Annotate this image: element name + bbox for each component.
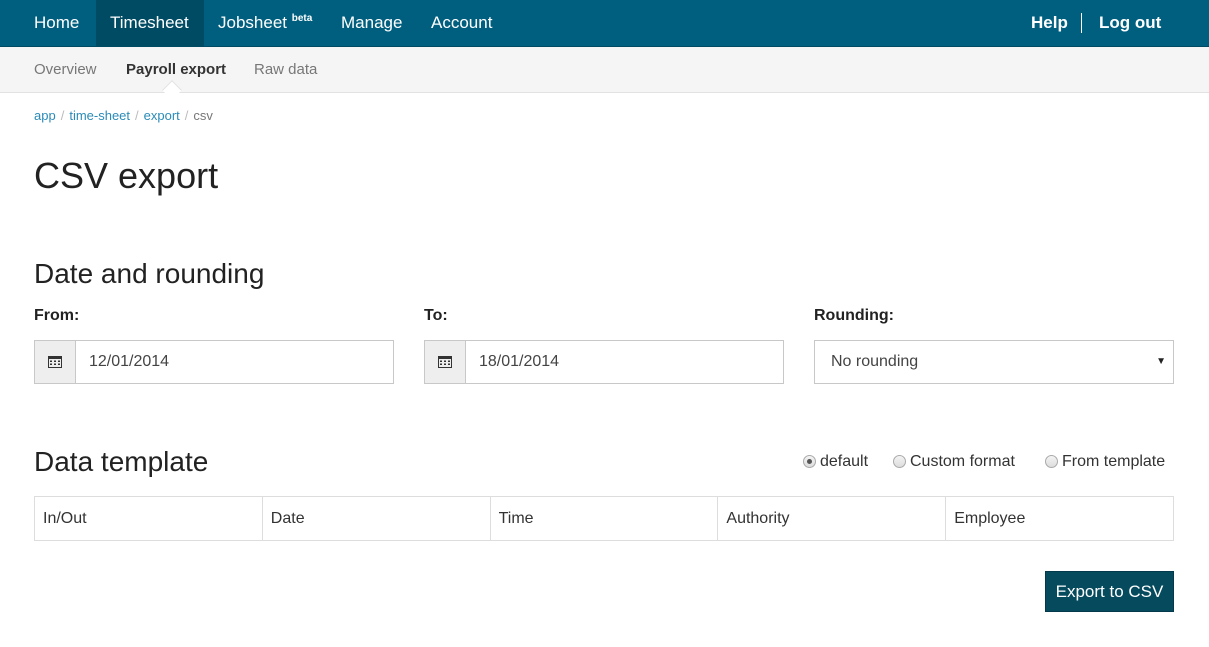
beta-badge: beta: [291, 13, 313, 24]
from-date-input[interactable]: [77, 341, 393, 383]
rounding-select[interactable]: No rounding ▼: [814, 340, 1174, 384]
radio-label: Custom format: [910, 453, 1015, 470]
breadcrumb-current: csv: [193, 108, 213, 123]
from-date-group: [34, 340, 394, 384]
from-label: From:: [34, 307, 80, 324]
radio-label: From template: [1062, 453, 1166, 470]
nav-jobsheet[interactable]: Jobsheet beta: [204, 0, 326, 46]
nav-help[interactable]: Help: [1031, 0, 1068, 46]
radio-indicator: [893, 455, 906, 468]
radio-indicator: [803, 455, 816, 468]
nav-timesheet[interactable]: Timesheet: [96, 0, 204, 46]
nav-home[interactable]: Home: [20, 0, 93, 46]
template-columns-table: In/Out Date Time Authority Employee: [34, 496, 1174, 541]
nav-manage[interactable]: Manage: [327, 0, 416, 46]
breadcrumb-separator: /: [135, 108, 139, 123]
breadcrumb-app[interactable]: app: [34, 108, 56, 123]
to-date-group: [424, 340, 784, 384]
rounding-label: Rounding:: [814, 307, 894, 324]
to-label: To:: [424, 307, 448, 324]
breadcrumb-export[interactable]: export: [144, 108, 180, 123]
page-title: CSV export: [34, 155, 219, 196]
breadcrumb-time-sheet[interactable]: time-sheet: [69, 108, 130, 123]
breadcrumb: app / time-sheet / export / csv: [34, 108, 213, 123]
radio-indicator: [1045, 455, 1058, 468]
to-date-input[interactable]: [467, 341, 783, 383]
column-header[interactable]: In/Out: [35, 497, 263, 540]
breadcrumb-separator: /: [60, 108, 65, 123]
breadcrumb-separator: /: [184, 108, 189, 123]
chevron-down-icon: ▼: [1156, 356, 1166, 367]
calendar-icon[interactable]: [35, 341, 76, 383]
column-header[interactable]: Employee: [946, 497, 1173, 540]
calendar-icon[interactable]: [425, 341, 466, 383]
tab-raw-data[interactable]: Raw data: [254, 47, 317, 92]
column-header[interactable]: Authority: [718, 497, 947, 540]
rounding-selected-value: No rounding: [831, 353, 919, 370]
export-csv-button[interactable]: Export to CSV: [1045, 571, 1174, 612]
date-section-heading: Date and rounding: [34, 258, 265, 289]
top-navbar: Home Timesheet Jobsheet beta Manage Acco…: [0, 0, 1209, 47]
radio-label: default: [820, 453, 869, 470]
column-header[interactable]: Date: [263, 497, 491, 540]
tab-overview[interactable]: Overview: [34, 47, 97, 92]
nav-jobsheet-label: Jobsheet: [218, 13, 287, 32]
template-section-heading: Data template: [34, 446, 209, 477]
nav-logout[interactable]: Log out: [1099, 0, 1161, 46]
column-header[interactable]: Time: [491, 497, 719, 540]
nav-divider: [1081, 13, 1082, 33]
sub-navbar: Overview Payroll export Raw data: [0, 47, 1209, 100]
nav-account[interactable]: Account: [417, 0, 506, 46]
